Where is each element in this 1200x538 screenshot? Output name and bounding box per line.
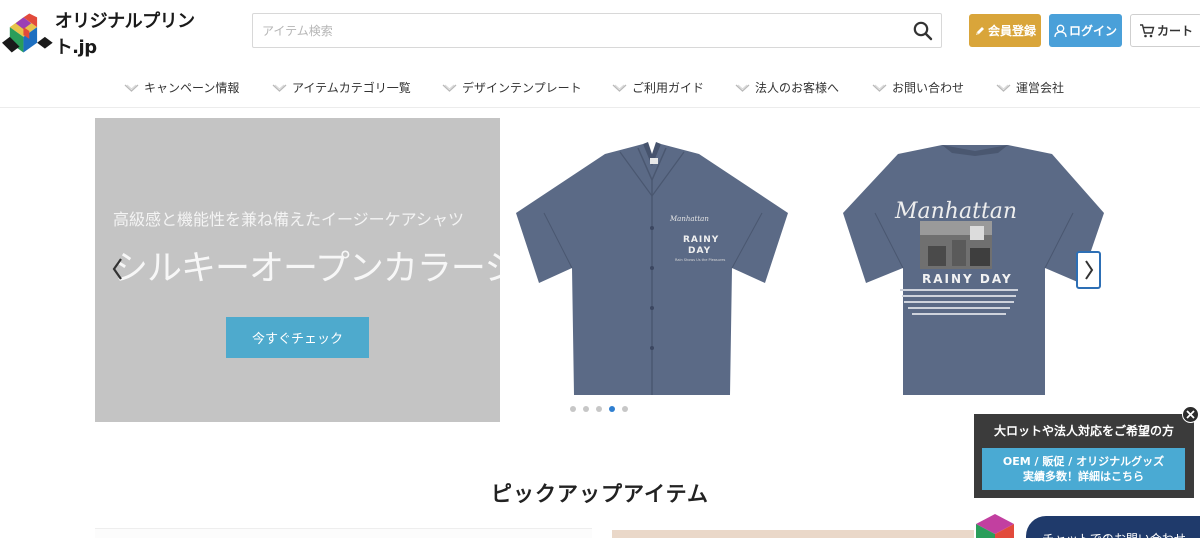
cart-icon xyxy=(1139,23,1155,37)
svg-text:Manhattan: Manhattan xyxy=(669,215,709,223)
search-input[interactable] xyxy=(253,14,903,47)
close-icon xyxy=(1186,410,1195,419)
cart-label: カート xyxy=(1156,24,1193,38)
shirt-back: Manhattan RAINY DAY xyxy=(843,145,1104,395)
nav-item-guide[interactable]: ご利用ガイド xyxy=(612,79,704,96)
chat-label: チャットでのお問い合わせ xyxy=(1042,530,1186,538)
logo-cube-icon xyxy=(976,514,1014,538)
carousel-dot[interactable] xyxy=(622,406,628,412)
search-button[interactable] xyxy=(909,17,937,45)
chevron-down-icon xyxy=(612,84,627,92)
nav-item-templates[interactable]: デザインテンプレート xyxy=(442,79,582,96)
hero-title: シルキーオープンカラーシャツ xyxy=(113,249,500,289)
nav-item-label: 運営会社 xyxy=(1016,81,1065,95)
chevron-left-icon xyxy=(112,258,122,280)
corporate-popup: 大ロットや法人対応をご希望の方 OEM / 販促 / オリジナルグッズ 実績多数… xyxy=(974,414,1194,498)
svg-text:RAINY DAY: RAINY DAY xyxy=(922,272,1013,286)
chevron-down-icon xyxy=(272,84,287,92)
nav-item-label: キャンペーン情報 xyxy=(144,81,240,95)
search-icon xyxy=(913,21,933,41)
hero-cta-button[interactable]: 今すぐチェック xyxy=(226,317,369,358)
nav-item-label: ご利用ガイド xyxy=(632,81,705,95)
nav-item-categories[interactable]: アイテムカテゴリ一覧 xyxy=(272,79,411,96)
chevron-down-icon xyxy=(735,84,750,92)
register-button[interactable]: 会員登録 xyxy=(969,14,1041,47)
svg-text:DAY: DAY xyxy=(688,246,711,256)
chevron-down-icon xyxy=(124,84,139,92)
chevron-down-icon xyxy=(996,84,1011,92)
carousel-dot[interactable] xyxy=(596,406,602,412)
nav-item-label: アイテムカテゴリ一覧 xyxy=(292,81,411,95)
chevron-right-icon xyxy=(1084,260,1093,280)
user-icon xyxy=(1054,24,1067,37)
svg-text:Rain Shows Us the Pleasures: Rain Shows Us the Pleasures xyxy=(675,258,725,262)
site-logo[interactable]: オリジナルプリント.jp xyxy=(2,11,232,58)
logo-cube-icon xyxy=(2,13,53,53)
search-box xyxy=(252,13,942,48)
nav-item-label: 法人のお客様へ xyxy=(755,81,840,95)
nav-item-label: お問い合わせ xyxy=(892,81,965,95)
corporate-details-button[interactable]: OEM / 販促 / オリジナルグッズ 実績多数！詳細はこちら xyxy=(982,448,1185,490)
corporate-button-line2: 実績多数！詳細はこちら xyxy=(1023,470,1144,483)
corporate-popup-title: 大ロットや法人対応をご希望の方 xyxy=(993,424,1174,438)
site-header: オリジナルプリント.jp 会員登録 ログイン カート xyxy=(0,0,1200,62)
nav-item-company[interactable]: 運営会社 xyxy=(996,79,1064,96)
chat-logo-icon[interactable] xyxy=(972,512,1018,538)
nav-item-corporate[interactable]: 法人のお客様へ xyxy=(735,79,839,96)
hero-carousel: 高級感と機能性を兼ね備えたイージーケアシャツ シルキーオープンカラーシャツ 今す… xyxy=(95,118,1107,423)
hero-subtitle: 高級感と機能性を兼ね備えたイージーケアシャツ xyxy=(113,210,465,229)
carousel-dots xyxy=(570,406,628,412)
carousel-next-button[interactable] xyxy=(1076,251,1101,289)
nav-item-campaign[interactable]: キャンペーン情報 xyxy=(124,79,239,96)
login-button[interactable]: ログイン xyxy=(1049,14,1122,47)
logo-text: オリジナルプリント.jp xyxy=(54,11,196,58)
shirt-front: Manhattan RAINY DAY Rain Shows Us the Pl… xyxy=(516,142,788,395)
chevron-down-icon xyxy=(442,84,457,92)
register-label: 会員登録 xyxy=(987,24,1036,38)
chat-launcher[interactable]: チャットでのお問い合わせ xyxy=(1026,516,1200,538)
nav-item-contact[interactable]: お問い合わせ xyxy=(872,79,964,96)
svg-text:RAINY: RAINY xyxy=(683,235,719,245)
pickup-card[interactable] xyxy=(95,528,592,538)
svg-text:Manhattan: Manhattan xyxy=(894,199,1017,224)
carousel-dot[interactable] xyxy=(609,406,615,412)
carousel-prev-button[interactable] xyxy=(110,256,124,282)
nav-item-label: デザインテンプレート xyxy=(462,81,582,95)
main-nav: キャンペーン情報 アイテムカテゴリ一覧 デザインテンプレート ご利用ガイド 法人… xyxy=(0,66,1200,108)
carousel-dot[interactable] xyxy=(570,406,576,412)
chevron-down-icon xyxy=(872,84,887,92)
cart-button[interactable]: カート xyxy=(1130,14,1200,47)
shirt-product-image: Manhattan RAINY DAY Rain Shows Us the Pl… xyxy=(516,142,1104,395)
carousel-dot[interactable] xyxy=(583,406,589,412)
hero-product-image: Manhattan RAINY DAY Rain Shows Us the Pl… xyxy=(500,118,1107,422)
login-label: ログイン xyxy=(1068,24,1117,38)
popup-close-button[interactable] xyxy=(1182,406,1199,423)
pickup-card[interactable] xyxy=(612,530,974,538)
corporate-button-line1: OEM / 販促 / オリジナルグッズ xyxy=(1002,455,1165,468)
hero-banner-text-panel: 高級感と機能性を兼ね備えたイージーケアシャツ シルキーオープンカラーシャツ 今す… xyxy=(95,118,500,422)
pencil-icon xyxy=(975,26,984,35)
